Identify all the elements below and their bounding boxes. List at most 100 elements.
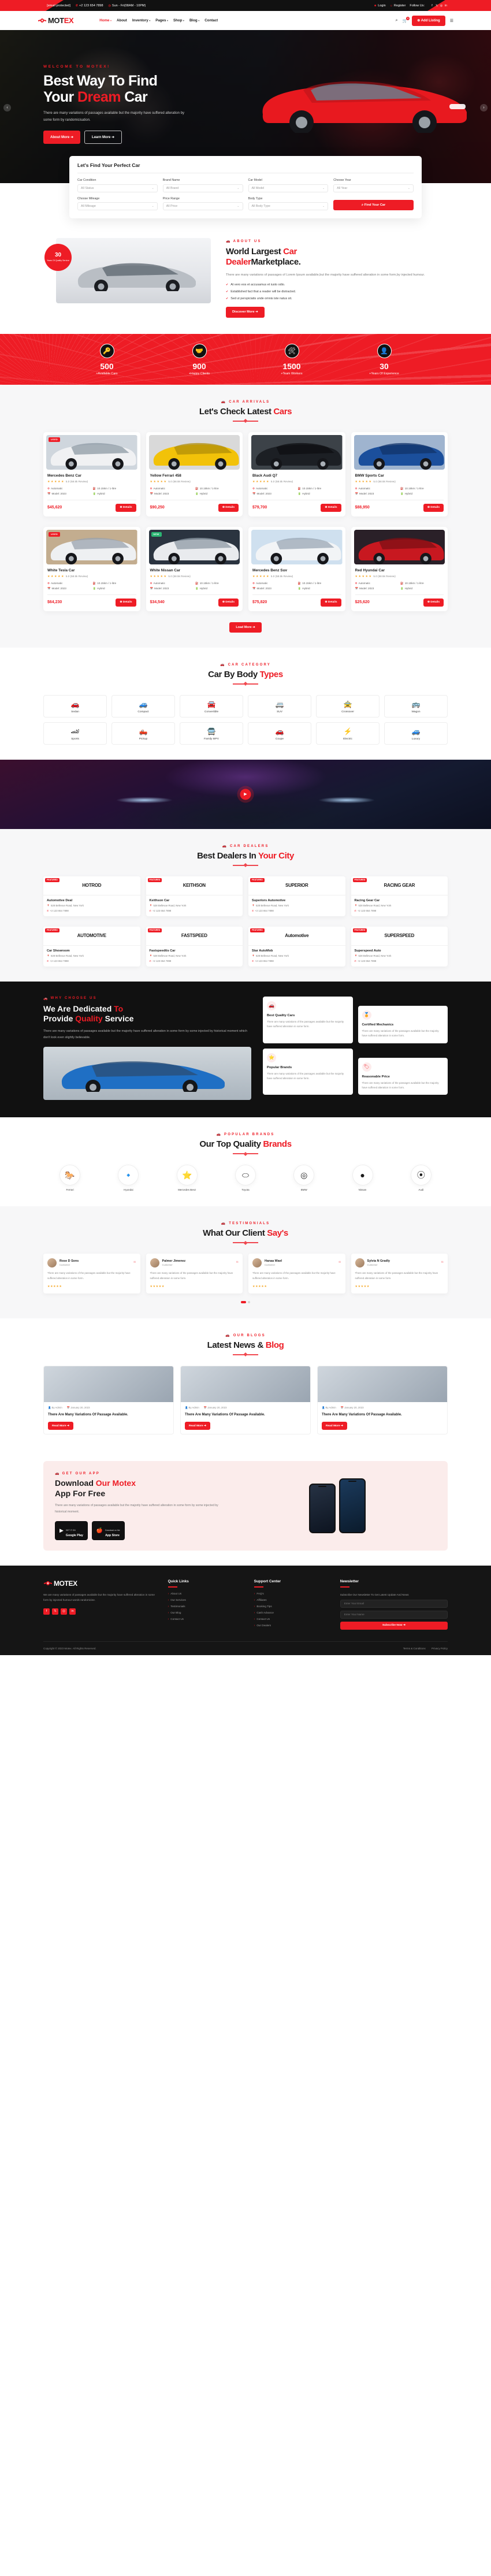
hamburger-menu-icon[interactable]: ☰	[450, 18, 453, 23]
body-type-item[interactable]: 🚙 Compact	[111, 694, 175, 718]
select-choose-year[interactable]: All Year ⌄	[333, 184, 414, 192]
select-choose-mileage[interactable]: All Mileage ⌄	[77, 202, 158, 210]
details-button[interactable]: ⊕ Details	[423, 503, 444, 512]
body-type-item[interactable]: 🛻 Pickup	[111, 722, 175, 745]
footer-link[interactable]: Our Services	[168, 1599, 245, 1602]
twitter-icon[interactable]: 𝕏	[52, 1608, 58, 1615]
details-button[interactable]: ⊕ Details	[116, 598, 136, 607]
car-card[interactable]: USED Mercedes Benz Car ★ ★ ★ ★ ★ 5.0 (58.5k Rev…	[43, 432, 140, 516]
body-type-item[interactable]: ⚡ Electric	[316, 722, 380, 745]
select-price-range[interactable]: All Price ⌄	[162, 202, 243, 210]
car-card[interactable]: BMW Sports Car ★ ★ ★ ★ ★ 5.0 (58.5k Review) ⚙ Au…	[351, 432, 448, 516]
hero-about-more-button[interactable]: About More ➜	[43, 131, 81, 144]
brand-item[interactable]: ⬭ Toyota	[219, 1165, 272, 1191]
feature-card[interactable]: 🏅 Certified Mechanics There are many varia…	[358, 1005, 448, 1043]
subscribe-button[interactable]: Subscribe Now ➜	[340, 1621, 448, 1630]
brand-item[interactable]: 🔹 Hyundai	[102, 1165, 155, 1191]
body-type-item[interactable]: 🚘 Convertible	[180, 694, 243, 718]
dealer-card[interactable]: FEATURED FASTSPEED Fastspeedtis Car 📍 528 Be…	[146, 926, 243, 967]
dealer-card[interactable]: FEATURED SUPERIOR Superiors Automotive 📍 528…	[248, 876, 345, 916]
footer-link[interactable]: Testimonials	[168, 1605, 245, 1608]
site-logo[interactable]: MOTEX	[38, 16, 74, 25]
brand-item[interactable]: ⦿ Audi	[395, 1165, 448, 1191]
hero-learn-more-button[interactable]: Learn More ➜	[84, 131, 122, 144]
body-type-item[interactable]: 🚌 Wagon	[384, 694, 448, 718]
brand-item[interactable]: 🐎 Ferrari	[43, 1165, 96, 1191]
dealer-card[interactable]: FEATURED HOTROD Automotive Deal 📍 528 Bellev…	[43, 876, 140, 916]
car-card[interactable]: Mercedes Benz Suv ★ ★ ★ ★ ★ 5.0 (58.5k Review)…	[248, 526, 345, 611]
linkedin-icon[interactable]: in	[69, 1608, 76, 1615]
app-store-button[interactable]: 🍎 Download on the App Store	[91, 1521, 125, 1541]
dealer-card[interactable]: FEATURED SUPERSPEED Superspeed Auto 📍 528 Be…	[351, 926, 448, 967]
hero-prev-arrow[interactable]: ‹	[3, 104, 11, 111]
cart-icon[interactable]: 🛒 0	[403, 16, 410, 23]
privacy-link[interactable]: Privacy Policy	[432, 1647, 448, 1650]
nav-item-pages[interactable]: Pages ▾	[155, 18, 168, 23]
feature-card[interactable]: ⭐ Popular Brands There are many variations…	[263, 1048, 353, 1095]
footer-link[interactable]: Our Dealers	[254, 1624, 331, 1627]
nav-item-blog[interactable]: Blog ▾	[189, 18, 199, 23]
details-button[interactable]: ⊕ Details	[321, 598, 341, 607]
car-card[interactable]: USED White Tesla Car ★ ★ ★ ★ ★ 5.0 (58.5k Revie…	[43, 526, 140, 611]
instagram-icon[interactable]: ◎	[440, 4, 443, 8]
details-button[interactable]: ⊕ Details	[218, 598, 239, 607]
read-more-button[interactable]: Read More ➜	[322, 1422, 347, 1430]
details-button[interactable]: ⊕ Details	[321, 503, 341, 512]
facebook-icon[interactable]: f	[430, 4, 434, 8]
car-card[interactable]: NEW White Nissan Car ★ ★ ★ ★ ★ 5.0 (58.5k Revie…	[146, 526, 243, 611]
footer-link[interactable]: Our Blog	[168, 1611, 245, 1615]
instagram-icon[interactable]: ◎	[61, 1608, 67, 1615]
play-icon[interactable]: ▶	[240, 789, 251, 800]
read-more-button[interactable]: Read More ➜	[185, 1422, 210, 1430]
brand-item[interactable]: ◎ BMW	[277, 1165, 330, 1191]
select-car-model[interactable]: All Model ⌄	[248, 184, 329, 192]
body-type-item[interactable]: 🚗 Sedan	[43, 694, 107, 718]
login-link[interactable]: ☻ Login	[374, 4, 386, 8]
search-icon[interactable]: ⌕	[396, 18, 398, 23]
terms-link[interactable]: Terms & Conditions	[403, 1647, 426, 1650]
footer-link[interactable]: Affiliates	[254, 1599, 331, 1602]
pagination-dot-active[interactable]	[241, 1300, 246, 1303]
newsletter-email-input[interactable]	[340, 1599, 448, 1608]
nav-item-home[interactable]: Home ▾	[99, 18, 111, 23]
details-button[interactable]: ⊕ Details	[423, 598, 444, 607]
pagination-dot[interactable]	[248, 1300, 250, 1303]
dealer-card[interactable]: FEATURED RACING GEAR Racing Gear Car 📍 528 B…	[351, 876, 448, 916]
brand-item[interactable]: ⭐ Mercedes Benz	[161, 1165, 214, 1191]
register-link[interactable]: ☺ Register	[390, 4, 406, 8]
twitter-icon[interactable]: 𝕏	[435, 4, 438, 8]
blog-card[interactable]: 👤 By Admin 📅 January 20, 2023 There Are Ma…	[43, 1365, 174, 1435]
nav-item-about[interactable]: About	[117, 18, 127, 23]
feature-card[interactable]: 🚗 Best Quality Cars There are many variati…	[263, 996, 353, 1043]
blog-card[interactable]: 👤 By Admin 📅 January 20, 2023 There Are Ma…	[180, 1365, 311, 1435]
topbar-email[interactable]: ✉ [email protected]	[43, 4, 70, 8]
nav-item-contact[interactable]: Contact	[204, 18, 218, 23]
footer-link[interactable]: About Us	[168, 1592, 245, 1596]
footer-link[interactable]: Cash Advance	[254, 1611, 331, 1615]
select-brand-name[interactable]: All Brand ⌄	[162, 184, 243, 192]
body-type-item[interactable]: 🚗 Coupe	[248, 722, 311, 745]
discover-more-button[interactable]: Discover More ➜	[226, 306, 265, 318]
body-type-item[interactable]: 🚐 SUV	[248, 694, 311, 718]
footer-link[interactable]: Contact Us	[254, 1618, 331, 1621]
nav-item-inventory[interactable]: Inventory ▾	[132, 18, 150, 23]
footer-link[interactable]: Contact Us	[168, 1618, 245, 1621]
body-type-item[interactable]: 🚖 Crossover	[316, 694, 380, 718]
hero-next-arrow[interactable]: ›	[480, 104, 488, 111]
body-type-item[interactable]: 🚙 Luxury	[384, 722, 448, 745]
add-listing-button[interactable]: ⊕ Add Listing	[412, 15, 445, 26]
body-type-item[interactable]: 🚍 Family MPV	[180, 722, 243, 745]
car-card[interactable]: Black Audi Q7 ★ ★ ★ ★ ★ 5.0 (58.5k Review) ⚙ Aut…	[248, 432, 345, 516]
footer-logo[interactable]: MOTEX	[43, 1579, 159, 1588]
read-more-button[interactable]: Read More ➜	[48, 1422, 73, 1430]
select-car-condition[interactable]: All Status ⌄	[77, 184, 158, 192]
brand-item[interactable]: ● Nissan	[336, 1165, 389, 1191]
car-card[interactable]: Red Hyundai Car ★ ★ ★ ★ ★ 5.0 (58.5k Review) ⚙ A…	[351, 526, 448, 611]
blog-card[interactable]: 👤 By Admin 📅 January 20, 2023 There Are Ma…	[317, 1365, 448, 1435]
feature-card[interactable]: 🏷 Reasonable Price There are many variatio…	[358, 1057, 448, 1095]
load-more-button[interactable]: Load More ➜	[229, 622, 262, 633]
details-button[interactable]: ⊕ Details	[116, 503, 136, 512]
footer-link[interactable]: FAQ's	[254, 1592, 331, 1596]
topbar-phone[interactable]: ✆ +2 123 654 7898	[76, 4, 103, 8]
nav-item-shop[interactable]: Shop ▾	[173, 18, 184, 23]
